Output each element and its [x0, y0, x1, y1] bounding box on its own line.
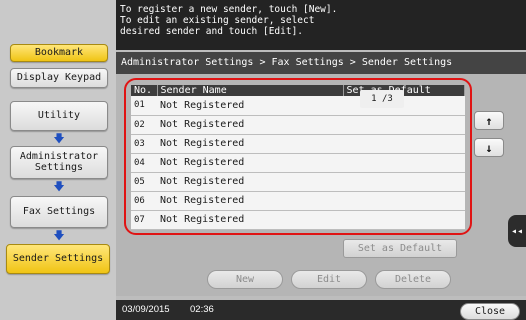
- default-flag: [343, 210, 465, 230]
- default-flag: [343, 115, 465, 135]
- side-panel-toggle-tab[interactable]: ◂◂: [508, 215, 526, 247]
- footer-time: 02:36: [190, 304, 214, 315]
- row-number: 03: [131, 134, 157, 154]
- page-up-button[interactable]: ↑: [474, 111, 504, 130]
- double-chevron-left-icon: ◂◂: [510, 225, 524, 237]
- left-navigation-panel: Bookmark Display Keypad Utility 🡇 Admini…: [0, 0, 116, 320]
- edit-button[interactable]: Edit: [291, 270, 367, 289]
- content-area: No. Sender Name Set as Default 01 Not Re…: [116, 74, 526, 296]
- arrow-down-icon: 🡇: [53, 180, 65, 193]
- sender-table-highlight-frame: No. Sender Name Set as Default 01 Not Re…: [124, 78, 472, 235]
- sender-name: Not Registered: [157, 96, 343, 116]
- breadcrumb: Administrator Settings > Fax Settings > …: [116, 52, 526, 74]
- sender-table: No. Sender Name Set as Default 01 Not Re…: [131, 85, 465, 230]
- close-button[interactable]: Close: [460, 303, 520, 320]
- row-number: 06: [131, 191, 157, 211]
- sender-name: Not Registered: [157, 153, 343, 173]
- nav-sender-settings-button[interactable]: Sender Settings: [6, 244, 110, 274]
- row-number: 07: [131, 210, 157, 230]
- page-down-button[interactable]: ↓: [474, 138, 504, 157]
- arrow-down-icon: 🡇: [53, 132, 65, 145]
- row-number: 01: [131, 96, 157, 116]
- default-flag: [343, 134, 465, 154]
- bookmark-button[interactable]: Bookmark: [10, 44, 108, 62]
- sender-name: Not Registered: [157, 172, 343, 192]
- table-row[interactable]: 02 Not Registered: [131, 115, 465, 135]
- sender-name: Not Registered: [157, 134, 343, 154]
- row-number: 04: [131, 153, 157, 173]
- table-row[interactable]: 01 Not Registered: [131, 96, 465, 116]
- row-number: 05: [131, 172, 157, 192]
- table-row[interactable]: 07 Not Registered: [131, 210, 465, 230]
- arrow-down-icon: ↓: [485, 140, 493, 155]
- display-keypad-button[interactable]: Display Keypad: [10, 68, 108, 88]
- page-indicator: 1 /3: [360, 90, 404, 108]
- table-row[interactable]: 06 Not Registered: [131, 191, 465, 211]
- column-header-sender-name: Sender Name: [157, 85, 344, 96]
- sender-name: Not Registered: [157, 115, 343, 135]
- table-row[interactable]: 05 Not Registered: [131, 172, 465, 192]
- arrow-up-icon: ↑: [485, 113, 493, 128]
- footer-date: 03/09/2015: [122, 304, 170, 315]
- set-as-default-button[interactable]: Set as Default: [343, 239, 457, 258]
- table-row[interactable]: 03 Not Registered: [131, 134, 465, 154]
- sender-name: Not Registered: [157, 191, 343, 211]
- nav-administrator-settings-button[interactable]: Administrator Settings: [10, 146, 108, 179]
- nav-utility-button[interactable]: Utility: [10, 101, 108, 131]
- default-flag: [343, 191, 465, 211]
- instruction-message: To register a new sender, touch [New]. T…: [116, 0, 526, 50]
- table-header-row: No. Sender Name Set as Default: [131, 85, 465, 96]
- nav-fax-settings-button[interactable]: Fax Settings: [10, 196, 108, 228]
- sender-name: Not Registered: [157, 210, 343, 230]
- row-number: 02: [131, 115, 157, 135]
- default-flag: [343, 153, 465, 173]
- new-button[interactable]: New: [207, 270, 283, 289]
- arrow-down-icon: 🡇: [53, 229, 65, 242]
- column-header-no: No.: [131, 85, 158, 96]
- delete-button[interactable]: Delete: [375, 270, 451, 289]
- default-flag: [343, 172, 465, 192]
- table-row[interactable]: 04 Not Registered: [131, 153, 465, 173]
